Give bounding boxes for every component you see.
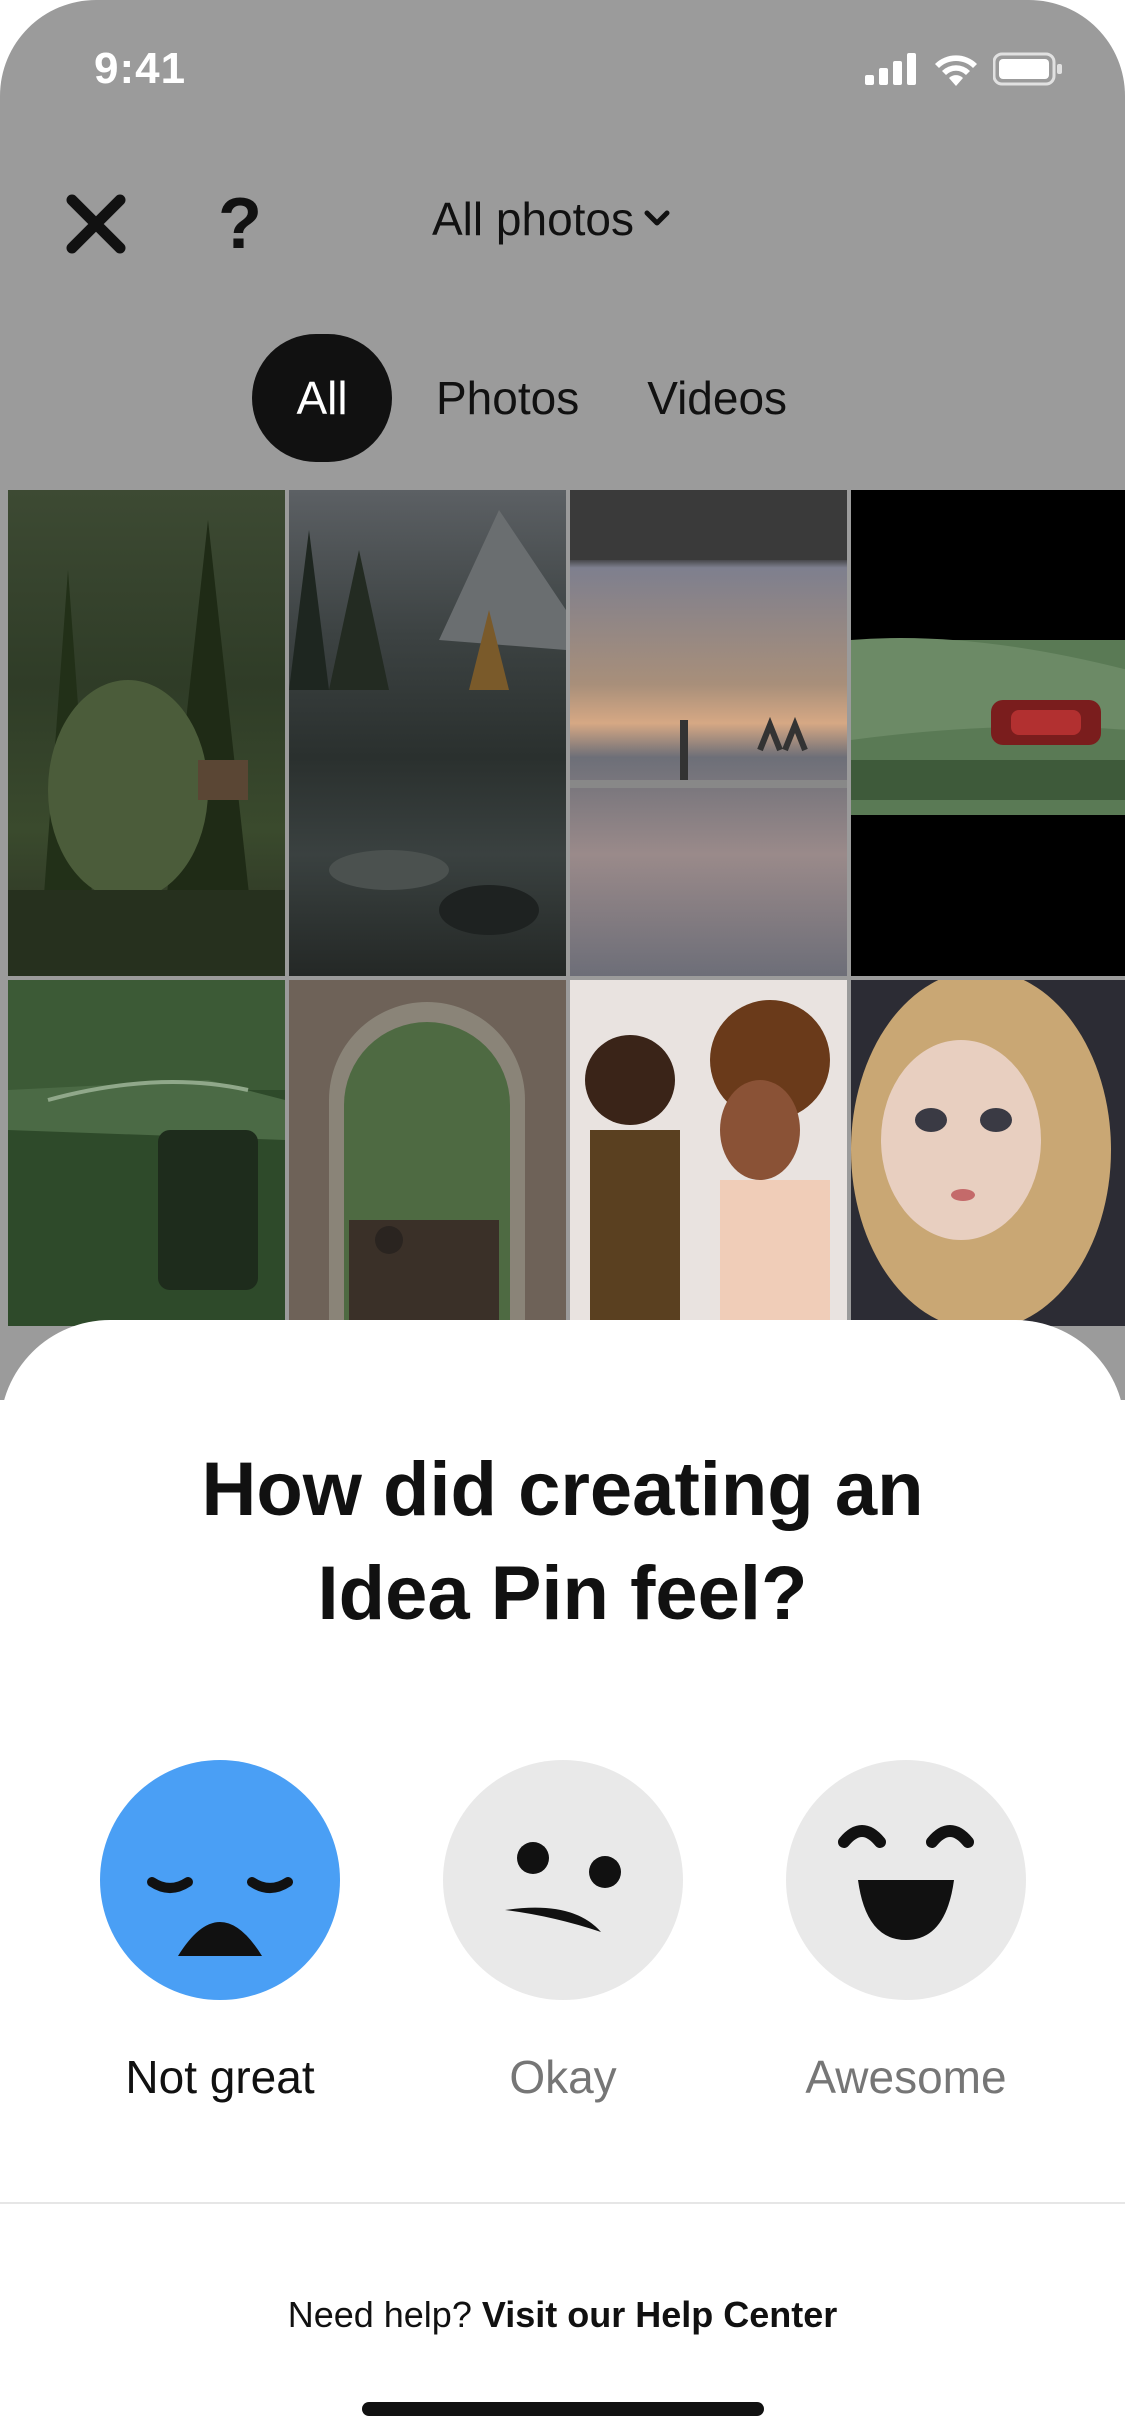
green-car-image bbox=[851, 638, 1125, 815]
album-picker-label: All photos bbox=[432, 193, 635, 245]
sheet-title-line-1: How did creating an bbox=[201, 1447, 924, 1532]
photo-thumbnail[interactable] bbox=[289, 490, 566, 976]
help-button[interactable]: ? bbox=[218, 186, 262, 262]
screen: 9:41 ? All photos All Photos Videos How … bbox=[0, 0, 1125, 2436]
album-picker[interactable]: All photos bbox=[432, 192, 670, 246]
reaction-label: Okay bbox=[509, 2051, 617, 2103]
illustrated-characters-image bbox=[585, 1000, 830, 1326]
photo-thumbnail[interactable] bbox=[570, 980, 847, 1326]
help-center-link[interactable]: Visit our Help Center bbox=[482, 2294, 837, 2335]
chevron-down-icon bbox=[644, 210, 670, 226]
home-indicator[interactable] bbox=[362, 2402, 764, 2416]
photo-thumbnail[interactable] bbox=[8, 490, 285, 976]
status-time: 9:41 bbox=[94, 44, 187, 93]
photo-picker-background: 9:41 ? All photos All Photos Videos bbox=[0, 0, 1125, 1400]
photo-thumbnail[interactable] bbox=[570, 490, 847, 976]
tab-videos[interactable]: Videos bbox=[623, 334, 811, 462]
sheet-title-line-2: Idea Pin feel? bbox=[317, 1551, 808, 1636]
close-button[interactable] bbox=[62, 190, 130, 258]
sheet-title: How did creating an Idea Pin feel? bbox=[0, 1438, 1125, 1646]
sad-face-icon bbox=[100, 1760, 340, 2000]
green-car-roof-image bbox=[8, 1080, 285, 1326]
battery-icon bbox=[993, 52, 1062, 86]
status-icons bbox=[865, 52, 1063, 86]
close-icon bbox=[66, 194, 126, 254]
sunset-terrace-image bbox=[570, 490, 847, 788]
mountain-lake-image bbox=[289, 510, 566, 935]
feedback-bottom-sheet: How did creating an Idea Pin feel? Not g… bbox=[0, 1320, 1125, 2436]
reaction-label: Not great bbox=[125, 2051, 315, 2103]
reaction-okay[interactable]: Okay bbox=[443, 1760, 683, 2104]
anime-portrait-image bbox=[851, 980, 1111, 1326]
media-filter-tabs: All Photos Videos bbox=[252, 334, 811, 462]
photo-thumbnail[interactable] bbox=[8, 980, 285, 1326]
photo-thumbnail[interactable] bbox=[851, 980, 1125, 1326]
forest-cabin-image bbox=[8, 520, 285, 976]
cellular-signal-icon bbox=[865, 53, 916, 85]
wifi-icon bbox=[935, 55, 977, 86]
help-prefix: Need help? bbox=[287, 2294, 472, 2335]
meh-face-icon bbox=[443, 1760, 683, 2000]
happy-face-icon bbox=[786, 1760, 1026, 2000]
divider bbox=[0, 2202, 1125, 2204]
photo-thumbnail[interactable] bbox=[851, 490, 1125, 976]
tab-photos[interactable]: Photos bbox=[412, 334, 603, 462]
photo-thumbnail[interactable] bbox=[289, 980, 566, 1326]
help-footer: Need help? Visit our Help Center bbox=[0, 2294, 1125, 2336]
reaction-awesome[interactable]: Awesome bbox=[786, 1760, 1026, 2104]
reaction-not-great[interactable]: Not great bbox=[100, 1760, 340, 2104]
arched-window-room-image bbox=[329, 1002, 525, 1326]
reaction-label: Awesome bbox=[805, 2051, 1007, 2103]
photo-grid bbox=[0, 490, 1125, 1326]
tab-all[interactable]: All bbox=[252, 334, 392, 462]
